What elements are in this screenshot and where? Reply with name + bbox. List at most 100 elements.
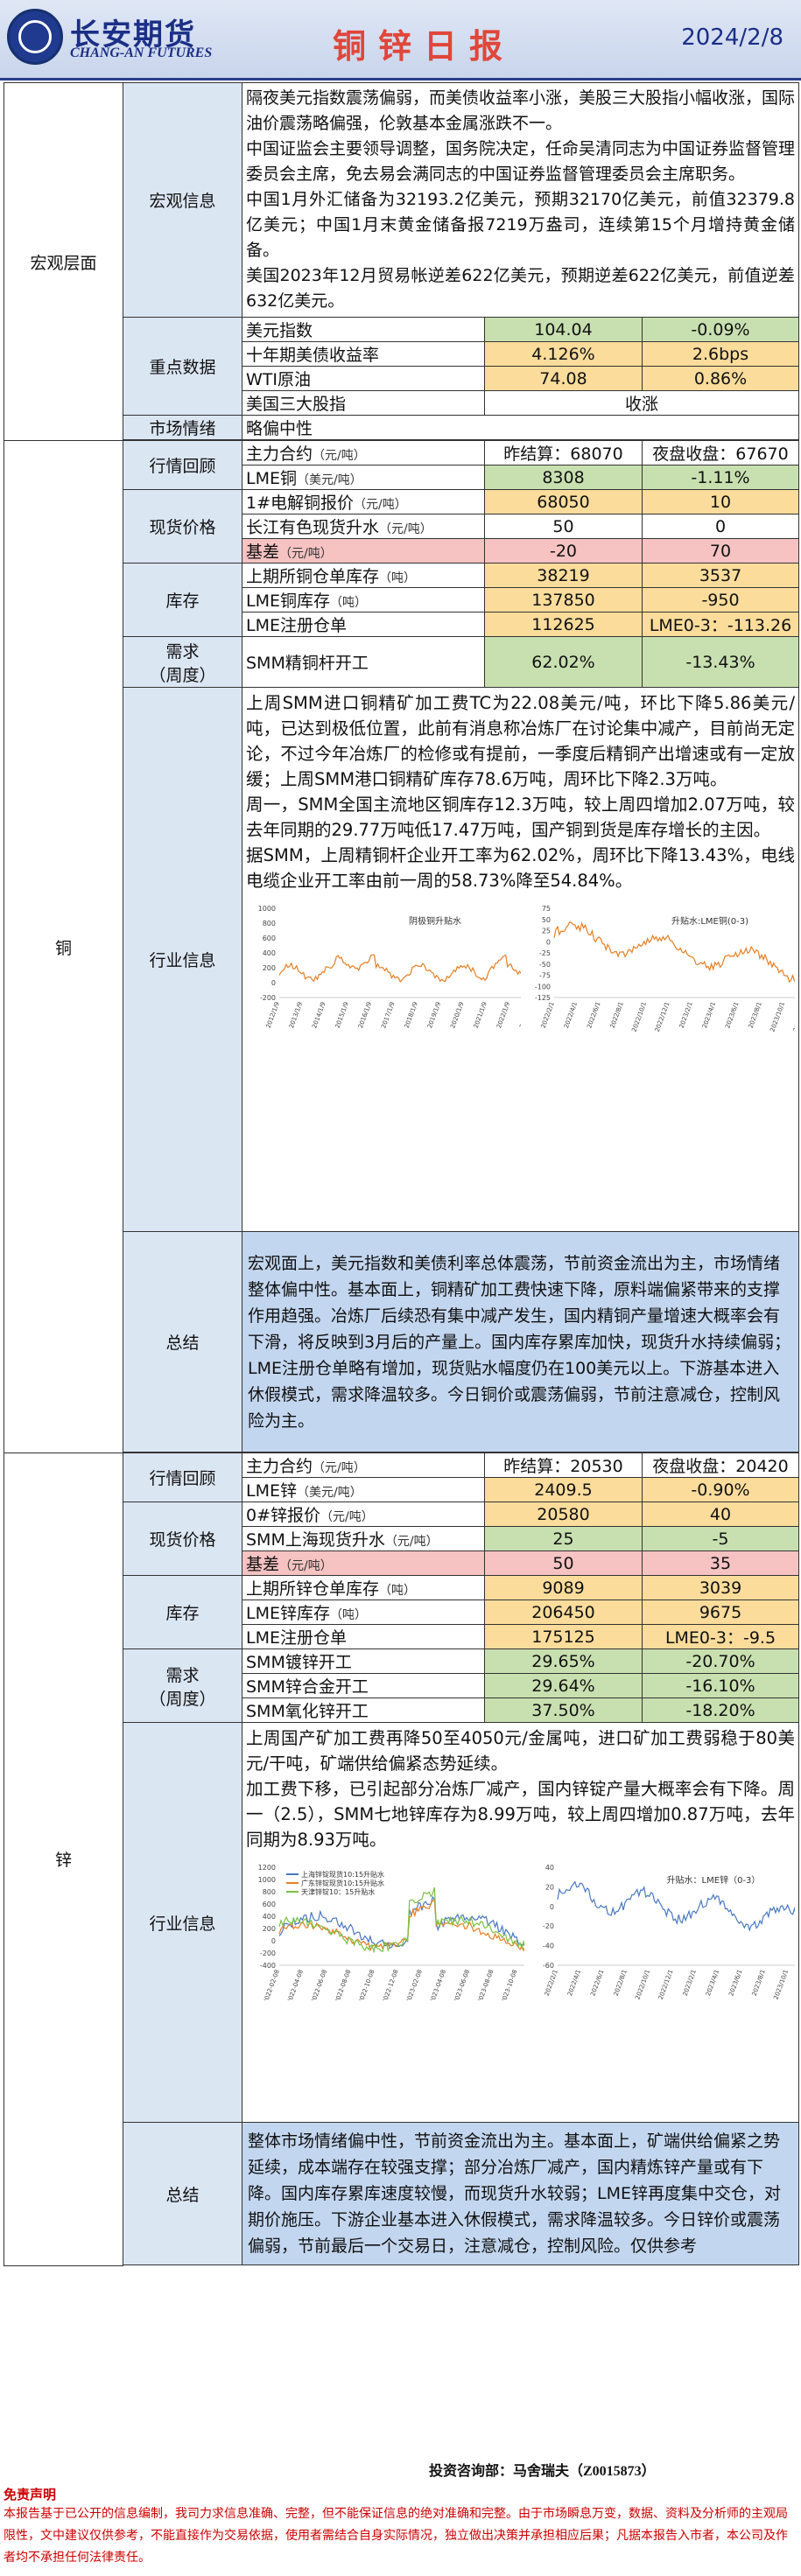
copper-industry-label: 行业信息	[123, 687, 242, 1232]
y-tick-label: 200	[263, 964, 276, 972]
key-data-change: 2.6bps	[641, 341, 800, 367]
y-tick-label: 0	[545, 938, 550, 946]
market-mood-value: 略偏中性	[241, 415, 800, 440]
zinc-demand-change: -20.70%	[641, 1648, 800, 1674]
zinc-spot-change: 40	[641, 1502, 800, 1527]
zinc-stock-name: LME锌库存（吨）	[242, 1600, 485, 1625]
zinc-demand-label: 需求 （周度）	[123, 1648, 242, 1723]
y-tick-label: 0	[550, 1903, 554, 1911]
y-tick-label: -40	[543, 1942, 554, 1950]
disclaimer: 免责声明 本报告基于已公开的信息编制，我司力求信息准确、完整，但不能保证信息的绝…	[4, 2485, 798, 2569]
copper-night-close: 夜盘收盘：67670	[641, 440, 800, 466]
zinc-lme-change: -0.90%	[641, 1477, 800, 1502]
key-data-change: -0.09%	[641, 317, 800, 342]
zinc-review-label: 行情回顾	[123, 1452, 242, 1502]
key-data-label: 重点数据	[123, 317, 242, 416]
zinc-basis-name: 基差（元/吨）	[242, 1550, 485, 1576]
copper-stock-change: LME0-3：-113.26	[641, 612, 800, 637]
disclaimer-heading: 免责声明	[4, 2488, 57, 2502]
disclaimer-text: 本报告基于已公开的信息编制，我司力求信息准确、完整，但不能保证信息的绝对准确和完…	[4, 2508, 788, 2565]
y-tick-label: 0	[271, 979, 276, 987]
y-tick-label: 1000	[258, 1876, 276, 1884]
copper-spot-label: 现货价格	[123, 489, 242, 564]
copper-stock-label: 库存	[123, 563, 242, 637]
market-mood-label: 市场情绪	[123, 415, 242, 440]
zinc-stock-name: LME注册仓单	[242, 1624, 485, 1649]
zinc-summary-label: 总结	[123, 2122, 242, 2265]
legend-label: 广东锌锭现货10:15升贴水	[301, 1879, 384, 1887]
zinc-settle: 昨结算：20530	[484, 1452, 643, 1478]
macro-info-label: 宏观信息	[123, 82, 242, 318]
zinc-main-contract: 主力合约（元/吨）	[242, 1452, 485, 1478]
chart-title: 阴极铜升贴水	[409, 915, 461, 927]
copper-spot-change: 0	[641, 514, 800, 539]
chart-title: 升贴水：LME锌（0-3）	[666, 1874, 760, 1886]
zinc-demand-value: 37.50%	[484, 1698, 643, 1723]
y-tick-label: -200	[260, 994, 276, 1002]
zinc-premium-chart: 120010008006004002000-200-4002022-02-08 2…	[246, 1860, 524, 2000]
zinc-demand-name: SMM锌合金开工	[242, 1673, 485, 1698]
y-tick-label: -50	[538, 961, 550, 969]
copper-premium-chart: 10008006004002000-2002012/1/9 2013/1/9 201…	[246, 901, 521, 1032]
zinc-lme-spread-chart: 40200-20-40-602022/2/1 2022/4/1 2022/6/1 20…	[523, 1860, 796, 2000]
legend-label: 天津锌锭10：15升贴水	[301, 1887, 375, 1896]
zinc-demand-change: -16.10%	[641, 1673, 800, 1698]
zinc-basis-value: 50	[484, 1550, 643, 1576]
copper-stock-name: LME铜库存（吨）	[242, 587, 485, 612]
legend-label: 上海锌锭现货10:15升贴水	[301, 1870, 384, 1879]
y-tick-label: -125	[534, 994, 550, 1002]
y-tick-label: 600	[263, 1900, 276, 1908]
brand-name-en: CHANG-AN FUTURES	[70, 46, 213, 60]
y-tick-label: 0	[271, 1937, 276, 1945]
zinc-spot-change: -5	[641, 1526, 800, 1551]
copper-settle: 昨结算：68070	[484, 440, 643, 466]
copper-demand-label: 需求 （周度）	[123, 636, 242, 688]
y-tick-label: 1200	[258, 1864, 276, 1872]
y-tick-label: 600	[263, 934, 276, 942]
y-tick-label: 40	[545, 1864, 554, 1872]
report-title: 铜锌日报	[333, 27, 516, 66]
key-data-value: 74.08	[484, 366, 643, 391]
zinc-basis-change: 35	[641, 1550, 800, 1576]
report-table: 宏观层面 宏观信息 隔夜美元指数震荡偏弱，而美债收益率小涨，美股三大股指小幅收涨…	[4, 82, 800, 2266]
zinc-lme-name: LME锌（美元/吨）	[242, 1477, 485, 1502]
zinc-spot-label: 现货价格	[123, 1502, 242, 1576]
copper-summary-label: 总结	[123, 1231, 242, 1452]
y-tick-label: 50	[541, 916, 550, 924]
zinc-night-close: 夜盘收盘：20420	[641, 1452, 800, 1478]
y-tick-label: 20	[545, 1883, 554, 1891]
zinc-demand-change: -18.20%	[641, 1698, 800, 1723]
report-header: 长安期货 CHANG-AN FUTURES 铜锌日报 2024/2/8	[0, 0, 801, 80]
zinc-spot-name: 0#锌报价（元/吨）	[242, 1502, 485, 1527]
zinc-demand-value: 29.64%	[484, 1673, 643, 1698]
y-tick-label: 75	[541, 905, 550, 913]
copper-lme-change: -1.11%	[641, 465, 800, 490]
zinc-industry-text: 上周国产矿加工费再降50至4050元/金属吨，进口矿加工费弱稳于80美元/干吨，…	[246, 1728, 796, 1850]
y-tick-label: -400	[260, 1962, 276, 1970]
y-tick-label: 25	[541, 928, 550, 935]
y-tick-label: -200	[260, 1950, 276, 1957]
consult-info: 投资咨询部：马舍瑞夫（Z0015873）	[429, 2464, 656, 2479]
copper-stock-value: 137850	[484, 587, 643, 612]
zinc-stock-value: 206450	[484, 1600, 643, 1625]
key-data-value: 收涨	[483, 390, 800, 416]
key-data-name: 美元指数	[242, 317, 485, 342]
zinc-stock-label: 库存	[123, 1575, 242, 1649]
zinc-stock-change: 9675	[641, 1600, 800, 1625]
report-date: 2024/2/8	[681, 24, 783, 51]
zinc-section-label: 锌	[4, 1452, 123, 2266]
copper-lme-spread-chart: 7550250-25-50-75-100-1252022/2/1 2022/4/1…	[520, 901, 796, 1032]
copper-demand-name: SMM精铜杆开工	[242, 636, 485, 688]
key-data-name: 美国三大股指	[242, 390, 485, 416]
key-data-name: WTI原油	[242, 366, 485, 391]
copper-stock-value: 38219	[484, 563, 643, 588]
key-data-change: 0.86%	[641, 366, 800, 391]
copper-spot-change: 10	[641, 489, 800, 514]
y-tick-label: 800	[263, 1888, 276, 1896]
y-tick-label: -100	[534, 983, 550, 990]
copper-spot-value: 68050	[484, 489, 643, 514]
y-tick-label: 200	[263, 1925, 276, 1933]
zinc-spot-value: 25	[484, 1526, 643, 1551]
copper-lme-name: LME铜（美元/吨）	[242, 465, 485, 490]
copper-main-contract: 主力合约（元/吨）	[242, 440, 485, 466]
